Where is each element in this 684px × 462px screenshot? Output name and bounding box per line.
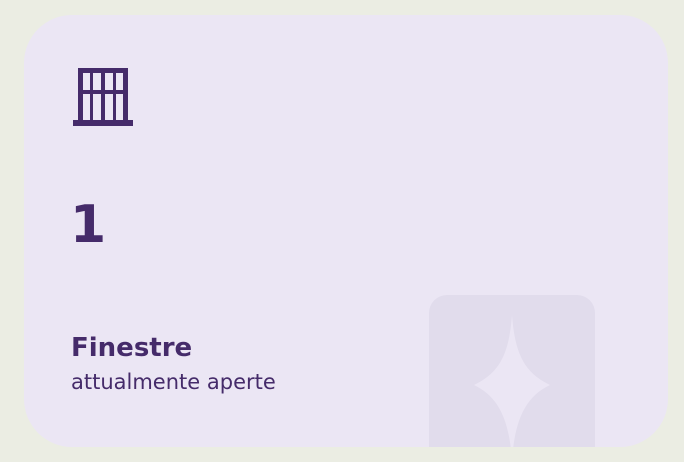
tile-subtitle: attualmente aperte xyxy=(71,370,276,394)
decorative-panel xyxy=(429,295,595,447)
window-icon xyxy=(73,68,135,128)
windows-tile-card[interactable]: 1 Finestre attualmente aperte xyxy=(24,15,668,447)
open-windows-count: 1 xyxy=(70,195,107,255)
tile-title: Finestre xyxy=(71,333,193,363)
